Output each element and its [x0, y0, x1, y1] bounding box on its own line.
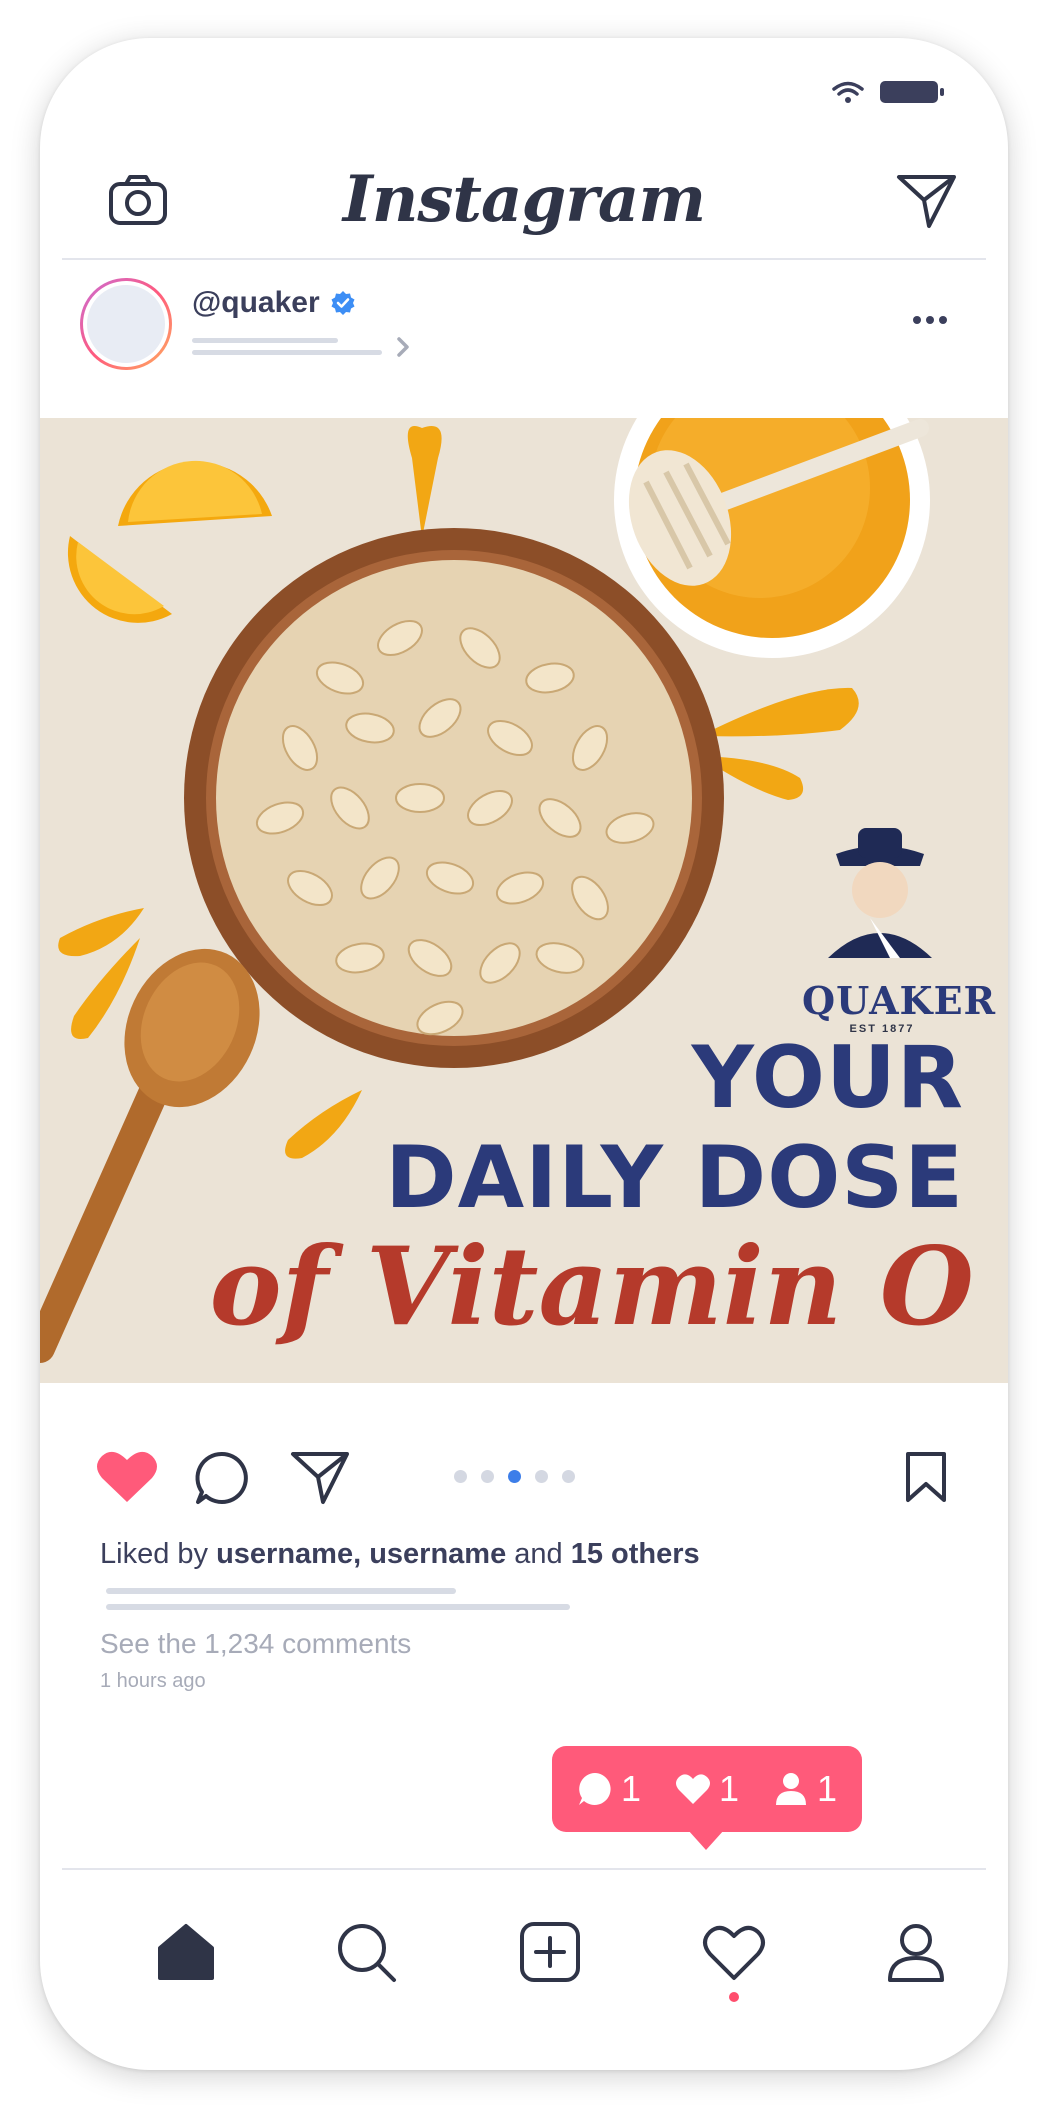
headline-line-3: of Vitamin O — [209, 1224, 974, 1350]
logo-name: QUAKER — [802, 978, 997, 1023]
comment-bubble-icon — [578, 1773, 611, 1805]
quaker-logo: QUAKER EST 1877 — [802, 978, 997, 1035]
heart-icon[interactable] — [96, 1448, 158, 1504]
view-comments-link[interactable]: See the 1,234 comments — [100, 1628, 411, 1660]
wifi-icon — [832, 81, 864, 103]
profile-icon — [888, 1924, 944, 1982]
post-header: @quaker — [40, 278, 1008, 388]
notif-comments: 1 — [577, 1768, 641, 1810]
username-text[interactable]: @quaker — [192, 286, 320, 320]
add-post-icon — [520, 1922, 580, 1982]
carousel-dot — [508, 1470, 521, 1483]
liked-others[interactable]: 15 others — [571, 1538, 700, 1570]
placeholder-line — [192, 338, 338, 343]
headline-line-1: YOUR — [691, 1028, 964, 1128]
notif-likes-count: 1 — [718, 1768, 740, 1809]
oat-bowl-image — [184, 528, 724, 1068]
notif-comments-count: 1 — [620, 1768, 641, 1809]
share-icon[interactable] — [290, 1450, 350, 1506]
avatar[interactable] — [80, 278, 172, 370]
chevron-right-icon[interactable] — [396, 336, 410, 358]
post-username[interactable]: @quaker — [192, 286, 356, 320]
notif-followers: 1 — [773, 1768, 837, 1810]
heart-icon — [675, 1774, 710, 1804]
ad-headline: YOUR DAILY DOSE of Vitamin O — [210, 1028, 974, 1346]
carousel-dot — [535, 1470, 548, 1483]
activity-notification-bubble[interactable]: 1 1 1 — [552, 1746, 862, 1850]
notif-followers-count: 1 — [817, 1768, 838, 1809]
direct-message-icon[interactable] — [896, 172, 958, 230]
nav-add-post[interactable] — [518, 1920, 582, 1984]
caption-placeholder — [106, 1588, 456, 1594]
carousel-dot — [454, 1470, 467, 1483]
search-icon — [338, 1924, 396, 1982]
verified-badge-icon — [331, 291, 355, 315]
headline-line-2: DAILY DOSE — [385, 1128, 964, 1228]
likes-summary[interactable]: Liked by username, username and 15 other… — [100, 1538, 700, 1571]
phone-frame: Instagram @quaker QUAKER EST 1877 YOUR D… — [40, 38, 1008, 2070]
post-actions — [40, 1448, 1008, 1518]
carousel-indicator — [454, 1470, 575, 1483]
nav-activity[interactable] — [702, 1920, 766, 2002]
top-bar: Instagram — [62, 148, 986, 260]
brand-logo: Instagram — [342, 162, 706, 237]
caption-placeholder — [106, 1604, 570, 1610]
carousel-dot — [481, 1470, 494, 1483]
comment-icon[interactable] — [194, 1450, 250, 1506]
liked-users[interactable]: username, username — [216, 1538, 506, 1570]
likes-prefix: Liked by — [100, 1538, 217, 1570]
notif-likes: 1 — [675, 1768, 739, 1810]
bottom-navigation — [62, 1868, 986, 2070]
nav-profile[interactable] — [884, 1920, 948, 1984]
status-bar — [832, 80, 944, 104]
user-icon — [776, 1773, 807, 1805]
post-timestamp: 1 hours ago — [100, 1670, 206, 1692]
bookmark-icon[interactable] — [904, 1450, 948, 1504]
nav-search[interactable] — [334, 1920, 398, 1984]
likes-and: and — [506, 1538, 571, 1570]
placeholder-line — [192, 350, 382, 355]
battery-icon — [880, 81, 944, 103]
home-icon — [158, 1924, 214, 1980]
more-options-icon[interactable] — [912, 314, 948, 326]
carousel-dot — [562, 1470, 575, 1483]
nav-home[interactable] — [154, 1920, 218, 1984]
activity-indicator-dot — [729, 1992, 739, 2002]
activity-heart-icon — [703, 1925, 765, 1980]
post-image[interactable]: QUAKER EST 1877 YOUR DAILY DOSE of Vitam… — [40, 418, 1008, 1383]
